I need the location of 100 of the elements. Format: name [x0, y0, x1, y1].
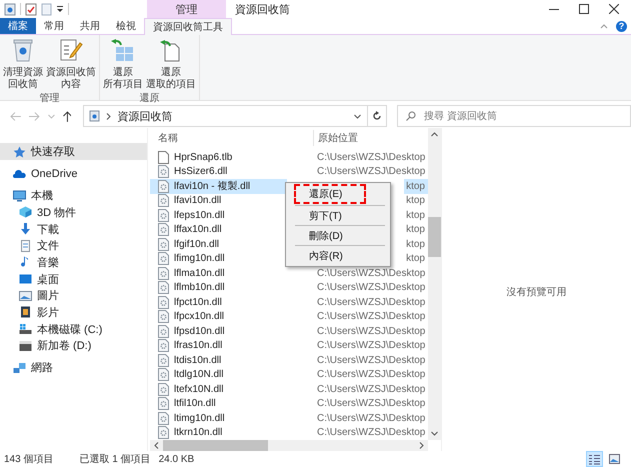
gear-file-icon	[158, 296, 169, 309]
sidebar-label: 圖片	[37, 289, 59, 304]
command-label: 還原 所有項目	[103, 67, 143, 91]
sidebar-label: 網路	[31, 361, 53, 376]
view-button[interactable]	[586, 451, 603, 467]
location-cell-text: C:\Users\WZSJ\Desktop	[316, 354, 425, 368]
ribbon-tab[interactable]: 共用	[72, 18, 108, 34]
sidebar-item[interactable]: 本機	[0, 187, 147, 204]
file-name-cell[interactable]: lfeps10n.dll	[150, 208, 287, 222]
address-path: 資源回收筒	[117, 110, 172, 124]
sidebar-item[interactable]: 文件	[0, 237, 147, 254]
ribbon-command[interactable]: 還原 所有項目	[102, 35, 144, 91]
refresh-icon	[372, 111, 382, 121]
menu-item[interactable]: 刪除(D)	[295, 228, 365, 243]
sidebar-item[interactable]: 網路	[0, 359, 147, 376]
file-name-cell[interactable]: HprSnap6.tlb	[150, 150, 287, 164]
file-name-cell[interactable]: HsSizer6.dll	[150, 164, 287, 179]
file-name-cell[interactable]: lfpcx10n.dll	[150, 310, 287, 324]
file-name-cell[interactable]: ltdis10n.dll	[150, 353, 287, 368]
preview-message: 沒有預覽可用	[506, 286, 566, 299]
help-button[interactable]: ?	[616, 20, 627, 32]
search-field[interactable]: 搜尋 資源回收筒	[397, 105, 631, 127]
recycle-bin-icon	[89, 110, 100, 122]
file-name-cell[interactable]: lfras10n.dll	[150, 338, 287, 353]
gear-file-icon	[158, 339, 169, 352]
ribbon-tab[interactable]: 常用	[36, 18, 72, 34]
file-name-cell[interactable]: lfavi10n.dll	[150, 194, 287, 208]
command-label: 還原 選取的項目	[146, 67, 196, 91]
scroll-down-icon[interactable]	[431, 431, 438, 436]
column-header[interactable]: 原始位置	[313, 130, 358, 146]
file-name-cell[interactable]: lffax10n.dll	[150, 222, 287, 237]
document-pencil-icon	[59, 38, 83, 62]
sidebar-label: 下載	[37, 222, 59, 237]
menu-item[interactable]: 剪下(T)	[295, 208, 365, 223]
address-bar[interactable]: 資源回收筒	[83, 105, 368, 127]
file-name: lfavi10n - 複製.dll	[174, 180, 250, 194]
file-name-cell[interactable]: ltfil10n.dll	[150, 396, 287, 411]
ribbon-tab[interactable]: 資源回收筒工具	[144, 18, 232, 35]
recycle-bin-icon[interactable]	[4, 2, 16, 16]
sidebar-item[interactable]: 下載	[0, 220, 147, 238]
column-header[interactable]: 名稱	[150, 130, 287, 146]
pc-icon	[13, 190, 26, 202]
file-name: lfpsd10n.dll	[174, 326, 225, 337]
sidebar-item[interactable]: 3D 物件	[0, 204, 147, 221]
gear-file-icon	[158, 324, 169, 338]
file-name-cell[interactable]: lflma10n.dll	[150, 266, 287, 280]
file-name: lffax10n.dll	[174, 224, 222, 236]
sidebar-item[interactable]: OneDrive	[0, 165, 147, 182]
download-icon	[19, 223, 32, 236]
maximize-icon[interactable]	[579, 4, 589, 14]
sidebar-item[interactable]: 影片	[0, 304, 147, 321]
document-icon	[19, 240, 32, 252]
sidebar-item[interactable]: 新加卷 (D:)	[0, 338, 147, 354]
file-name-cell[interactable]: ltefx10N.dll	[150, 382, 287, 396]
large-icons-view-icon	[609, 454, 620, 464]
ribbon-tab[interactable]: 檔案	[0, 18, 36, 34]
scroll-left-icon[interactable]	[154, 442, 159, 449]
scroll-thumb[interactable]	[163, 440, 268, 451]
up-arrow-icon[interactable]	[62, 110, 72, 122]
view-button[interactable]	[606, 451, 623, 467]
file-name-cell[interactable]: lfpct10n.dll	[150, 295, 287, 310]
gear-file-icon	[158, 281, 169, 294]
file-name-cell[interactable]: ltdlg10N.dll	[150, 368, 287, 382]
file-name-cell[interactable]: lfgif10n.dll	[150, 237, 287, 252]
ribbon-command[interactable]: 資源回收筒 內容	[45, 35, 97, 91]
sidebar-label: OneDrive	[31, 168, 78, 180]
dropdown-icon[interactable]	[56, 5, 64, 13]
ribbon-tab[interactable]: 檢視	[108, 18, 144, 34]
sidebar-item[interactable]: 圖片	[0, 287, 147, 304]
menu-item[interactable]: 內容(R)	[295, 248, 365, 263]
horizontal-scrollbar[interactable]	[150, 440, 428, 451]
location-cell-text: C:\Users\WZSJ\Desktop	[316, 165, 425, 179]
gear-file-icon	[158, 266, 169, 280]
collapse-ribbon-icon[interactable]	[600, 23, 608, 29]
file-name-cell[interactable]: lfavi10n - 複製.dll	[150, 179, 287, 194]
file-name-cell[interactable]: ltkrn10n.dll	[150, 426, 287, 440]
file-name-cell[interactable]: ltimg10n.dll	[150, 411, 287, 426]
ribbon-command[interactable]: 還原 選取的項目	[145, 35, 197, 91]
scroll-up-icon[interactable]	[431, 132, 438, 137]
file-name-cell[interactable]: lflmb10n.dll	[150, 280, 287, 295]
menu-item[interactable]: 還原(E)	[295, 185, 365, 203]
details-view-icon	[589, 454, 600, 464]
sidebar-item[interactable]: 音樂	[0, 254, 147, 271]
checklist-icon[interactable]	[25, 2, 37, 16]
refresh-button[interactable]	[368, 105, 387, 127]
sidebar-item[interactable]: 桌面	[0, 270, 147, 288]
sidebar-label: 3D 物件	[37, 206, 76, 220]
scroll-thumb[interactable]	[428, 217, 441, 257]
sidebar-item[interactable]: 快速存取	[0, 143, 147, 160]
file-name-cell[interactable]: lfimg10n.dll	[150, 252, 287, 266]
sidebar-item[interactable]: 本機磁碟 (C:)	[0, 320, 147, 338]
file-name: ltdis10n.dll	[174, 354, 222, 366]
chevron-down-icon[interactable]	[354, 114, 362, 118]
sidebar-label: 桌面	[37, 272, 59, 287]
vertical-scrollbar[interactable]	[428, 128, 441, 440]
sidebar-label: 文件	[37, 238, 59, 254]
ribbon-command[interactable]: 清理資源 回收筒	[2, 35, 44, 91]
scroll-right-icon[interactable]	[419, 442, 424, 449]
close-icon[interactable]	[609, 4, 619, 14]
file-name-cell[interactable]: lfpsd10n.dll	[150, 324, 287, 338]
